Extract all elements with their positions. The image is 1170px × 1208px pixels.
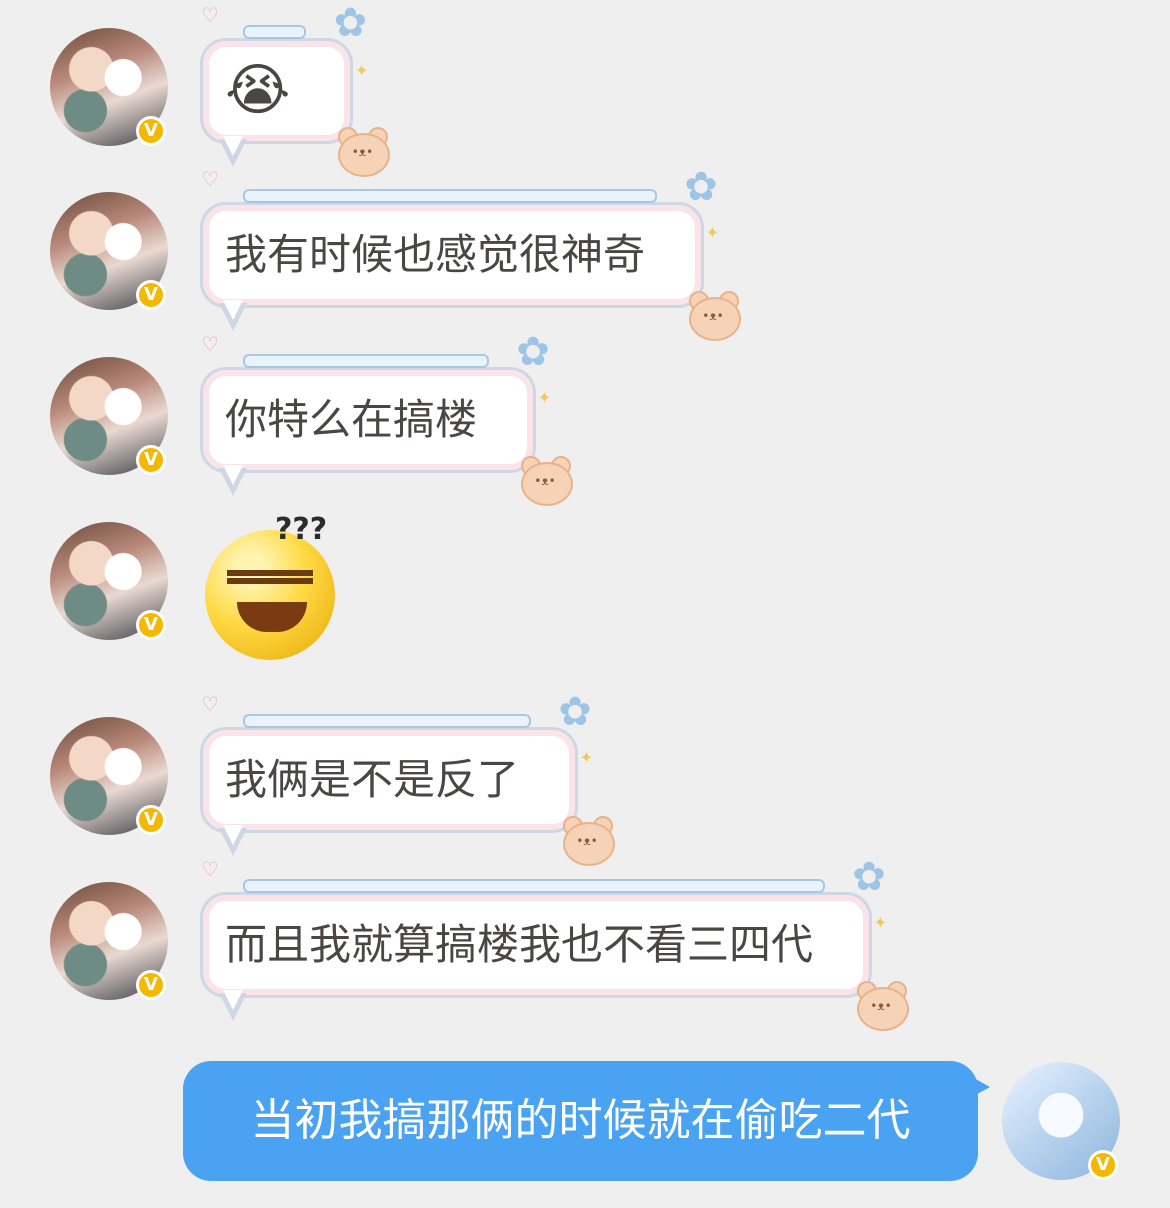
message-text: 我俩是不是反了 (225, 755, 520, 804)
avatar[interactable]: V (50, 717, 168, 835)
sparkle-icon: ✦ (873, 913, 888, 932)
bear-sticker-icon: •ᴥ• (683, 289, 743, 345)
message-text: 而且我就算搞楼我也不看三四代 (225, 920, 814, 969)
heart-decoration-icon: ♡ (201, 857, 219, 881)
ribbon-decoration (243, 714, 532, 728)
verified-badge: V (136, 445, 166, 475)
question-marks: ??? (275, 512, 328, 547)
message-text: 当初我搞那俩的时候就在偷吃二代 (250, 1095, 911, 1146)
sparkle-icon: ✦ (537, 388, 552, 407)
ribbon-decoration (243, 25, 307, 39)
heart-decoration-icon: ♡ (201, 692, 219, 716)
message-bubble[interactable]: ♡ ✿ 😭 •ᴥ• ✦ (200, 3, 391, 177)
grinning-sticker-icon[interactable]: ??? (205, 512, 335, 660)
heart-decoration-icon: ♡ (201, 3, 219, 27)
bubble-tail (219, 136, 247, 167)
verified-badge: V (1088, 1150, 1118, 1180)
bow-decoration-icon: ✿ (684, 164, 718, 210)
sparkle-icon: ✦ (579, 748, 594, 767)
sticker-mouth (237, 602, 307, 632)
sparkle-icon: ✦ (355, 61, 369, 80)
verified-badge: V (136, 116, 166, 146)
bow-decoration-icon: ✿ (333, 0, 368, 46)
bow-decoration-icon: ✿ (852, 854, 886, 900)
bubble-tail (219, 825, 247, 856)
bear-sticker-icon: •ᴥ• (515, 454, 575, 510)
heart-decoration-icon: ♡ (201, 332, 219, 356)
bubble-tail (219, 300, 247, 331)
avatar[interactable]: V (50, 357, 168, 475)
ribbon-decoration (243, 189, 658, 203)
bear-sticker-icon: •ᴥ• (332, 125, 392, 181)
avatar[interactable]: V (50, 882, 168, 1000)
message-text: 你特么在搞楼 (225, 395, 478, 444)
avatar[interactable]: V (50, 28, 168, 146)
message-text: 😭 (225, 58, 291, 123)
verified-badge: V (136, 805, 166, 835)
verified-badge: V (136, 970, 166, 1000)
verified-badge: V (136, 280, 166, 310)
message-text: 我有时候也感觉很神奇 (225, 230, 646, 279)
my-avatar[interactable]: V (1002, 1062, 1120, 1180)
bear-sticker-icon: •ᴥ• (851, 979, 911, 1035)
bow-decoration-icon: ✿ (558, 689, 592, 735)
message-bubble[interactable]: ♡ ✿ 而且我就算搞楼我也不看三四代 •ᴥ• ✦ (200, 857, 910, 1031)
bubble-tail (219, 465, 247, 496)
heart-decoration-icon: ♡ (201, 167, 219, 191)
my-message-bubble[interactable]: 当初我搞那俩的时候就在偷吃二代 (183, 1061, 990, 1181)
avatar[interactable]: V (50, 522, 168, 640)
verified-badge: V (136, 610, 166, 640)
message-bubble[interactable]: ♡ ✿ 你特么在搞楼 •ᴥ• ✦ (200, 332, 574, 506)
sticker-eyes (227, 570, 313, 584)
ribbon-decoration (243, 879, 826, 893)
sparkle-icon: ✦ (705, 223, 720, 242)
bear-sticker-icon: •ᴥ• (557, 814, 617, 870)
ribbon-decoration (243, 354, 490, 368)
avatar[interactable]: V (50, 192, 168, 310)
bow-decoration-icon: ✿ (516, 329, 550, 375)
message-bubble[interactable]: ♡ ✿ 我俩是不是反了 •ᴥ• ✦ (200, 692, 616, 866)
bubble-tail (219, 990, 247, 1021)
message-bubble[interactable]: ♡ ✿ 我有时候也感觉很神奇 •ᴥ• ✦ (200, 167, 742, 341)
